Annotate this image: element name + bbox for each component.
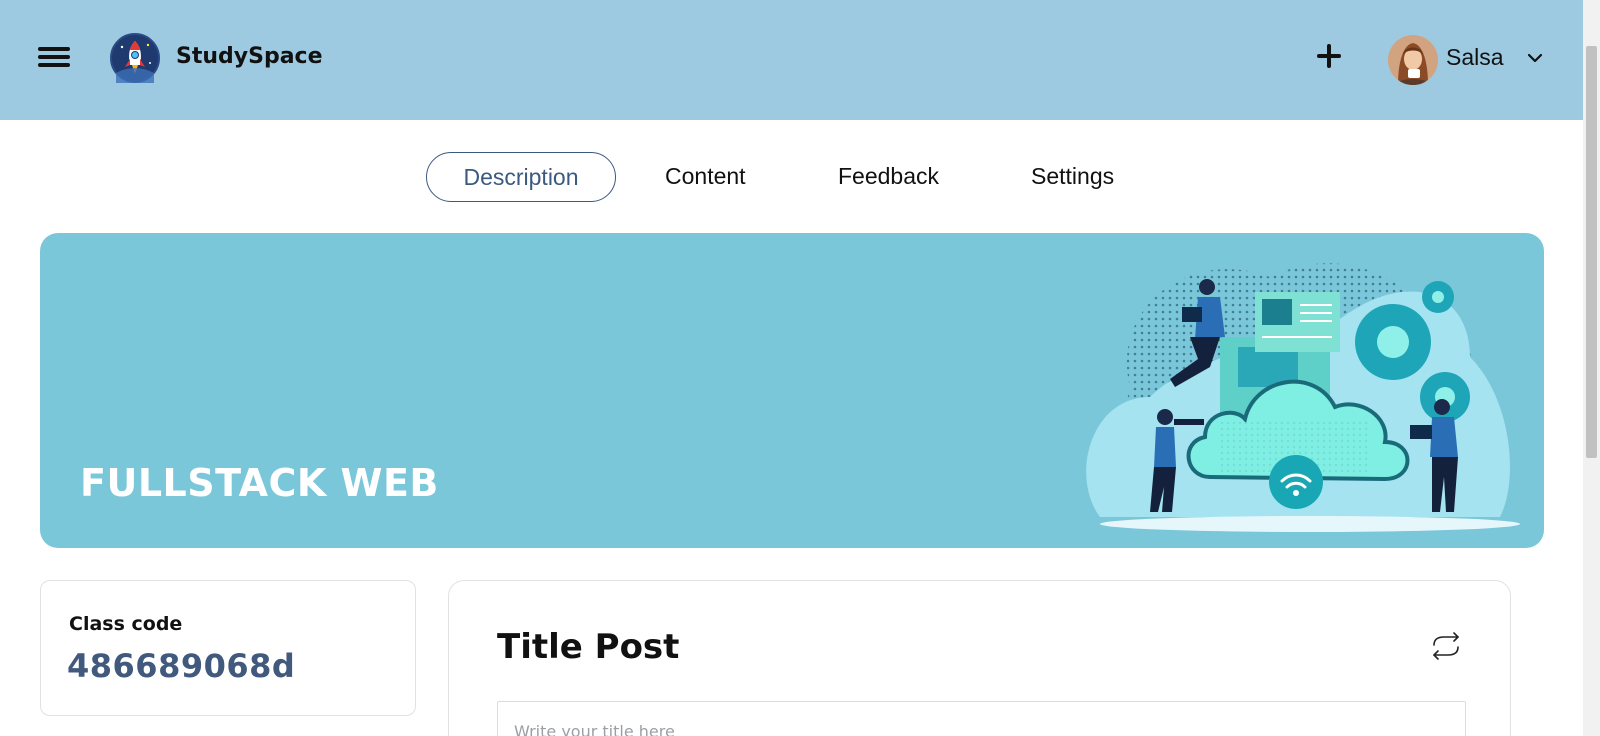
chevron-down-icon[interactable] [1527, 52, 1543, 64]
add-plus-icon[interactable] [1314, 42, 1344, 72]
tab-settings[interactable]: Settings [1031, 152, 1114, 202]
tab-description[interactable]: Description [426, 152, 616, 202]
brand-name[interactable]: StudySpace [176, 44, 323, 69]
create-post-card: Title Post [448, 580, 1511, 736]
user-name[interactable]: Salsa [1446, 44, 1504, 71]
tab-feedback[interactable]: Feedback [838, 152, 939, 202]
user-avatar[interactable] [1388, 35, 1438, 85]
cloud-computing-illustration [1086, 263, 1520, 532]
top-navbar: StudySpace Salsa [0, 0, 1583, 120]
tab-content[interactable]: Content [665, 152, 746, 202]
scrollbar-thumb[interactable] [1586, 46, 1597, 458]
post-title-input[interactable] [497, 701, 1466, 736]
class-code-card: Class code 486689068d [40, 580, 416, 716]
rocket-logo-icon [110, 33, 160, 83]
class-code-label: Class code [69, 613, 183, 635]
class-code-value[interactable]: 486689068d [67, 647, 295, 685]
class-title: FULLSTACK WEB [80, 461, 439, 505]
refresh-icon[interactable] [1428, 631, 1464, 661]
hamburger-menu-icon[interactable] [38, 45, 72, 69]
class-banner: FULLSTACK WEB [40, 233, 1544, 548]
post-heading: Title Post [497, 627, 680, 667]
